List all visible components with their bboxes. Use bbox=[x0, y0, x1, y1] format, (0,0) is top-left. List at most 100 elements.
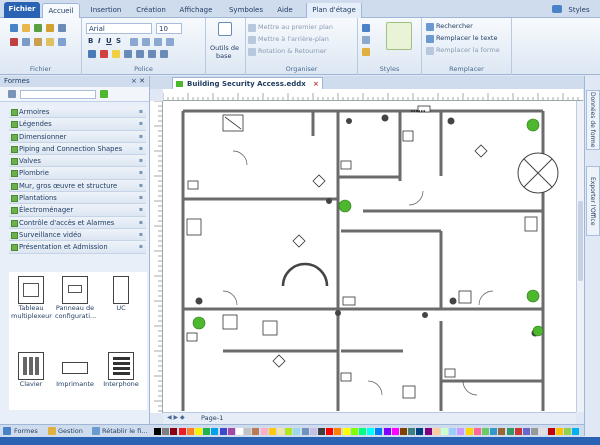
basic-tools-label-2[interactable]: base bbox=[216, 52, 232, 60]
shape-config-panel[interactable]: Panneau de configurati... bbox=[55, 276, 96, 320]
color-swatch[interactable] bbox=[326, 428, 334, 435]
color-swatch[interactable] bbox=[301, 428, 309, 435]
color-swatch[interactable] bbox=[309, 428, 317, 435]
align-icon[interactable] bbox=[130, 38, 138, 46]
lock-icon[interactable]: ▪ bbox=[139, 118, 143, 130]
shape-category[interactable]: Surveillance vidéo ▪ bbox=[9, 228, 146, 242]
color-swatch[interactable] bbox=[408, 428, 416, 435]
color-swatch[interactable] bbox=[400, 428, 407, 435]
color-swatch[interactable] bbox=[236, 428, 243, 435]
color-swatch[interactable] bbox=[260, 428, 268, 435]
tab-floor-plan[interactable]: Plan d'étage bbox=[306, 3, 362, 18]
lock-icon[interactable]: ▪ bbox=[139, 229, 143, 241]
shape-keypad[interactable]: Clavier bbox=[11, 352, 51, 388]
shape-multiplexer[interactable]: Tableau multiplexeur bbox=[11, 276, 52, 320]
drawing-canvas[interactable] bbox=[163, 101, 576, 412]
highlight-icon[interactable] bbox=[112, 50, 120, 58]
shape-category[interactable]: Contrôle d'accès et Alarmes ▪ bbox=[9, 216, 146, 229]
color-swatch[interactable] bbox=[547, 428, 555, 435]
color-swatch[interactable] bbox=[170, 428, 178, 435]
color-swatch[interactable] bbox=[359, 428, 366, 435]
send-to-back-button[interactable]: Mettre à l'arrière-plan bbox=[258, 35, 329, 43]
font-color-icon[interactable] bbox=[100, 50, 108, 58]
color-swatch[interactable] bbox=[432, 428, 440, 435]
tab-insert[interactable]: Insertion bbox=[84, 3, 128, 18]
search-button[interactable]: Rechercher bbox=[436, 22, 473, 30]
shape-category[interactable]: Valves ▪ bbox=[9, 155, 146, 168]
font-size-select[interactable]: 10 bbox=[156, 23, 182, 34]
color-swatch[interactable] bbox=[391, 428, 399, 435]
color-swatch[interactable] bbox=[252, 428, 260, 435]
color-swatch[interactable] bbox=[350, 428, 358, 435]
tab-home[interactable]: Accueil bbox=[42, 3, 80, 18]
tab-file[interactable]: Fichier bbox=[4, 2, 40, 18]
color-swatch[interactable] bbox=[285, 428, 293, 435]
page-nav-icon[interactable]: ◀ ▶ ◆ bbox=[167, 414, 185, 421]
color-swatch[interactable] bbox=[195, 428, 202, 435]
save-icon[interactable] bbox=[34, 24, 42, 32]
tab-shape-data[interactable]: Données de forme bbox=[586, 90, 600, 150]
bring-to-front-button[interactable]: Mettre au premier plan bbox=[258, 23, 333, 31]
page-tab[interactable]: Page-1 bbox=[201, 414, 223, 422]
tab-create[interactable]: Création bbox=[132, 3, 170, 18]
strikethrough-button[interactable]: S bbox=[116, 37, 121, 45]
paste-icon[interactable] bbox=[34, 38, 42, 46]
color-swatch[interactable] bbox=[375, 428, 383, 435]
shape-category[interactable]: Piping and Connection Shapes ▪ bbox=[9, 142, 146, 156]
shape-category[interactable]: Mur, gros œuvre et structure ▪ bbox=[9, 179, 146, 193]
color-swatch[interactable] bbox=[424, 428, 432, 435]
replace-text-button[interactable]: Remplacer le texte bbox=[436, 34, 497, 42]
justify-icon[interactable] bbox=[148, 50, 156, 58]
color-swatch[interactable] bbox=[318, 428, 325, 435]
go-icon[interactable] bbox=[100, 90, 108, 98]
color-swatch[interactable] bbox=[531, 428, 539, 435]
color-swatch[interactable] bbox=[227, 428, 235, 435]
color-swatch[interactable] bbox=[514, 428, 522, 435]
tab-export-office[interactable]: Exporter l'Office bbox=[586, 166, 600, 236]
color-swatch[interactable] bbox=[572, 428, 580, 435]
color-swatch[interactable] bbox=[555, 428, 563, 435]
shape-cpu[interactable]: UC bbox=[101, 276, 141, 312]
color-swatch[interactable] bbox=[367, 428, 375, 435]
shape-category[interactable]: Électroménager ▪ bbox=[9, 204, 146, 217]
color-swatch[interactable] bbox=[186, 428, 194, 435]
color-swatch[interactable] bbox=[293, 428, 301, 435]
open-icon[interactable] bbox=[22, 24, 30, 32]
color-swatch[interactable] bbox=[342, 428, 350, 435]
shape-category[interactable]: Armoires ▪ bbox=[9, 106, 146, 119]
line-color-icon[interactable] bbox=[88, 50, 96, 58]
list-icon[interactable] bbox=[142, 38, 150, 46]
format-painter-icon[interactable] bbox=[46, 38, 54, 46]
indent-icon[interactable] bbox=[154, 38, 162, 46]
tab-restore[interactable]: Rétablir le fi... bbox=[102, 427, 147, 435]
cut-icon[interactable] bbox=[10, 38, 18, 46]
color-swatch[interactable] bbox=[523, 428, 530, 435]
italic-button[interactable]: I bbox=[98, 37, 101, 45]
basic-tools-label-1[interactable]: Outils de bbox=[210, 44, 239, 52]
shadow-icon[interactable] bbox=[362, 48, 370, 56]
wrap-icon[interactable] bbox=[160, 50, 168, 58]
color-swatch[interactable] bbox=[506, 428, 514, 435]
lock-icon[interactable]: ▪ bbox=[139, 180, 143, 192]
text-direction-icon[interactable] bbox=[124, 50, 132, 58]
color-swatch[interactable] bbox=[162, 428, 170, 435]
color-swatch[interactable] bbox=[178, 428, 186, 435]
color-swatch[interactable] bbox=[277, 428, 284, 435]
lock-icon[interactable]: ▪ bbox=[139, 192, 143, 204]
basic-tools-icon[interactable] bbox=[218, 22, 232, 36]
shape-category[interactable]: Plombrie ▪ bbox=[9, 167, 146, 180]
color-swatch[interactable] bbox=[457, 428, 465, 435]
shape-printer[interactable]: Imprimante bbox=[55, 352, 95, 388]
export-icon[interactable] bbox=[58, 38, 66, 46]
lock-icon[interactable]: ▪ bbox=[139, 167, 143, 179]
color-swatch[interactable] bbox=[449, 428, 457, 435]
color-swatch[interactable] bbox=[154, 428, 161, 435]
color-swatch[interactable] bbox=[211, 428, 219, 435]
shape-category[interactable]: Légendes ▪ bbox=[9, 118, 146, 131]
lock-icon[interactable]: ▪ bbox=[139, 131, 143, 143]
styles-icon[interactable] bbox=[552, 5, 562, 13]
tab-view[interactable]: Affichage bbox=[174, 3, 218, 18]
style-gallery-icon[interactable] bbox=[386, 22, 412, 50]
color-swatch[interactable] bbox=[244, 428, 252, 435]
color-swatch[interactable] bbox=[416, 428, 424, 435]
